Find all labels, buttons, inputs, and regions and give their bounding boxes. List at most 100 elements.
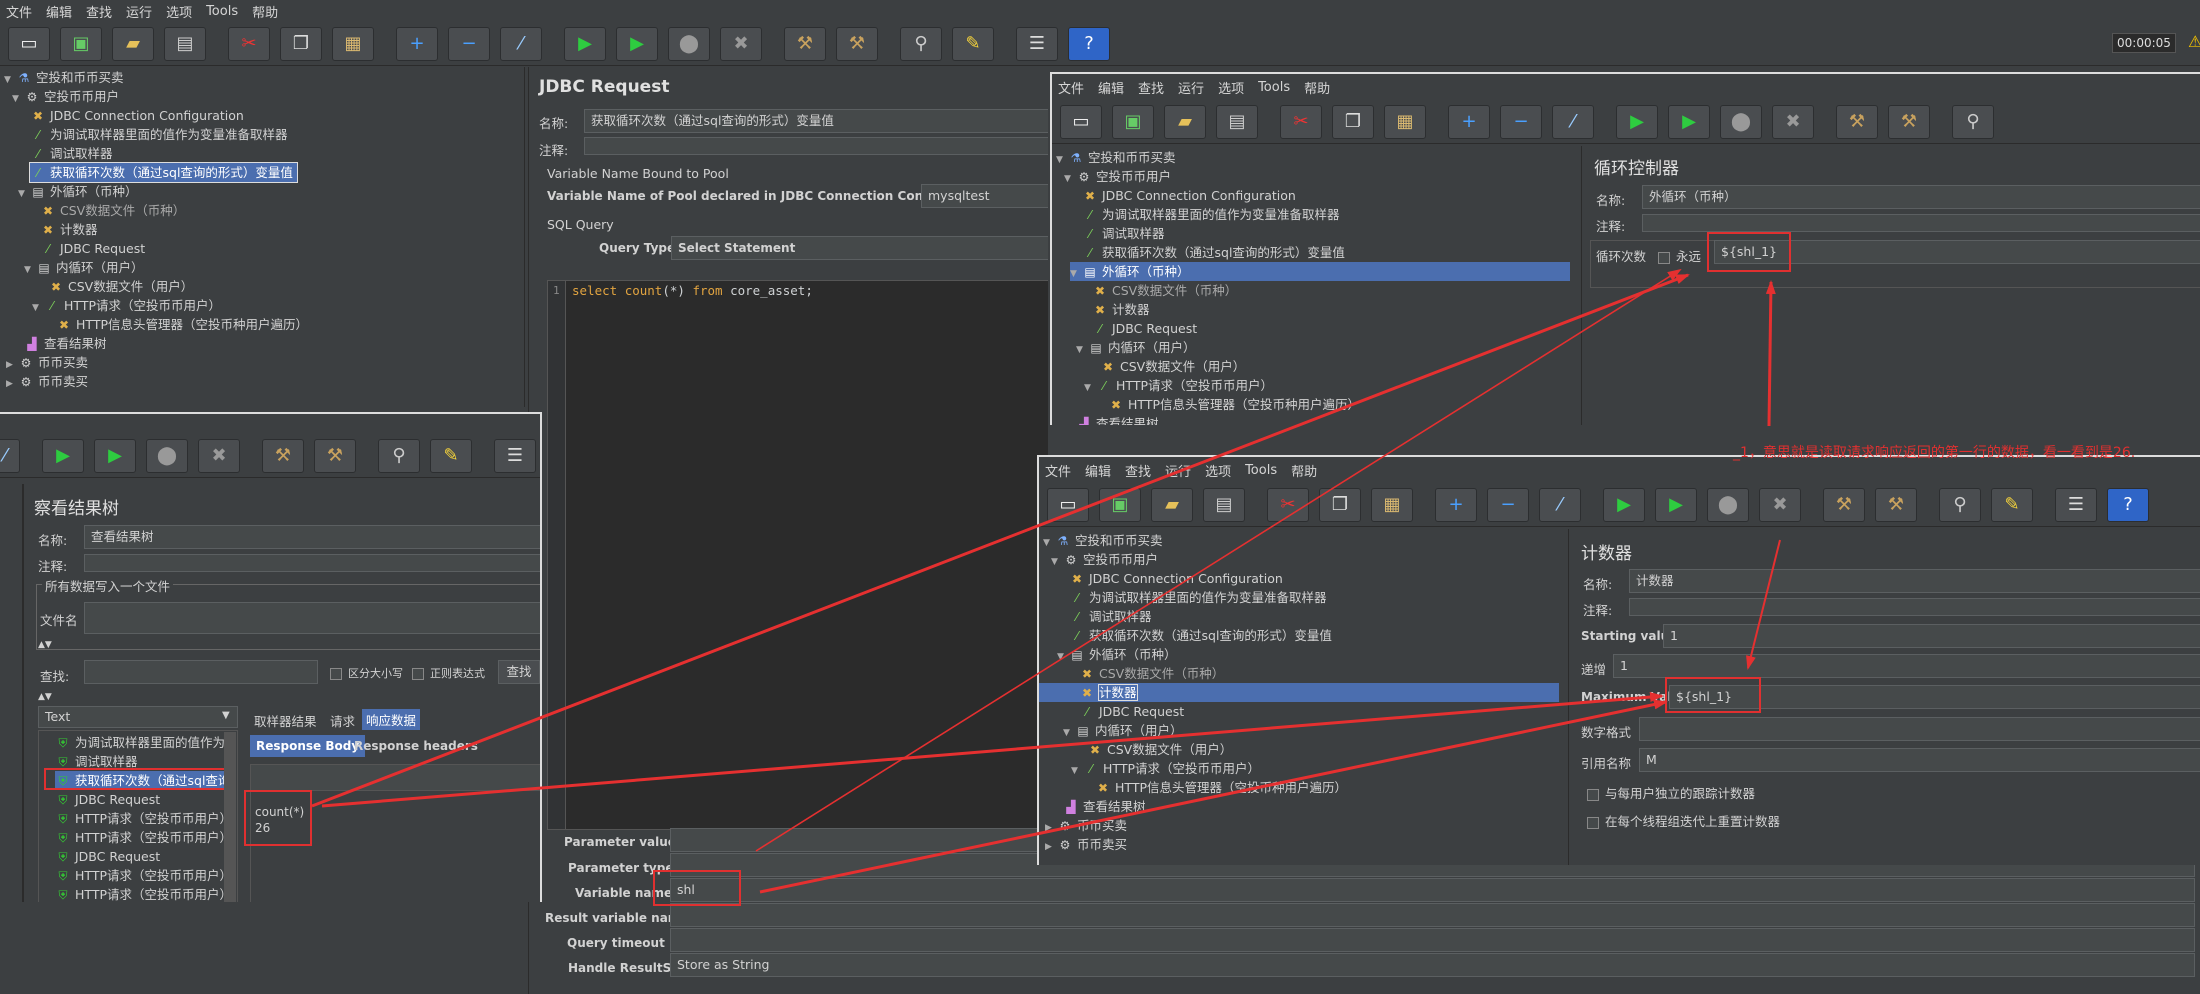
subtab-response-headers[interactable]: Response headers [354,739,478,753]
max-value-field[interactable]: ${shl_1} [1669,685,2200,709]
list-item-selected[interactable]: ⛨ 获取循环次数（通过sql查询 [55,771,235,790]
menu-run[interactable]: 运行 [126,2,152,21]
start-icon[interactable]: ▶ [1603,487,1645,522]
var-names-field[interactable]: shl [670,878,2195,902]
copy-icon[interactable]: ❐ [1332,104,1374,139]
divider-arrows[interactable]: ▲▼ [38,692,52,702]
tree-node[interactable]: ✖ JDBC Connection Configuration [1069,569,1283,588]
tree-node[interactable]: ✖ JDBC Connection Configuration [30,106,244,125]
tree-node[interactable]: ⁄ 为调试取样器里面的值作为变量准备取样器 [1082,205,1340,224]
result-var-field[interactable] [670,903,2195,927]
tree-node-selected[interactable]: ✖ 计数器 [1079,683,1138,702]
pool-field[interactable]: mysqltest [921,184,1048,208]
forever-checkbox[interactable]: 永远 [1658,246,1701,265]
paste-icon[interactable]: ▦ [332,26,374,61]
toggle-icon[interactable]: ⁄ [0,438,20,473]
menu-help[interactable]: 帮助 [1304,78,1330,97]
clear-all-icon[interactable]: ⚒ [314,438,356,473]
response-body-area[interactable]: count(*) 26 [250,764,540,902]
stop-icon[interactable]: ⬤ [668,26,710,61]
menu-file[interactable]: 文件 [1045,461,1071,480]
comment-field[interactable] [584,137,1048,155]
search-icon[interactable]: ⚲ [900,26,942,61]
tree-node[interactable]: ✖ CSV数据文件（币种） [1079,664,1224,683]
tree-node[interactable]: ▶ ⚙ 币币卖买 [6,372,88,391]
menu-options[interactable]: 选项 [1218,78,1244,97]
tree-node[interactable]: ✖ CSV数据文件（用户） [1100,357,1245,376]
tree-node[interactable]: ⁄ 获取循环次数（通过sql查询的形式）变量值 [1069,626,1332,645]
tree-node[interactable]: ▼ ▤ 外循环（币种） [18,182,138,201]
list-item[interactable]: ⛨ HTTP请求（空投币币用户） [55,885,232,902]
increment-field[interactable]: 1 [1613,654,2200,678]
tree-node[interactable]: ▼ ⁄ HTTP请求（空投币币用户） [1084,376,1273,395]
tree-node[interactable]: ▼ ⚙ 空投币币用户 [1064,167,1171,186]
tree-node[interactable]: ✖ CSV数据文件（用户） [48,277,193,296]
tree-node[interactable]: ✖ HTTP信息头管理器（空投币种用户遍历） [1095,778,1347,797]
menu-search[interactable]: 查找 [1125,461,1151,480]
cut-icon[interactable]: ✂ [1280,104,1322,139]
open-icon[interactable]: ▰ [1151,487,1193,522]
comment-field[interactable] [1642,214,2200,232]
tree-node[interactable]: ▼ ⚙ 空投币币用户 [12,87,119,106]
clear-icon[interactable]: ⚒ [262,438,304,473]
start-icon[interactable]: ▶ [1616,104,1658,139]
start-no-pause-icon[interactable]: ▶ [1655,487,1697,522]
tree-node[interactable]: ▼ ⁄ HTTP请求（空投币币用户） [1071,759,1260,778]
function-helper-icon[interactable]: ☰ [494,438,536,473]
query-type-select[interactable]: Select Statement [671,236,1048,260]
reference-name-field[interactable]: M [1639,748,2200,772]
comment-field[interactable] [1629,598,2200,616]
reset-search-icon[interactable]: ✎ [952,26,994,61]
start-no-pause-icon[interactable]: ▶ [94,438,136,473]
regex-checkbox[interactable]: 正则表达式 [412,665,485,681]
number-format-field[interactable] [1639,717,2200,741]
templates-icon[interactable]: ▣ [1099,487,1141,522]
tree-node[interactable]: ⁄ 获取循环次数（通过sql查询的形式）变量值 [1082,243,1345,262]
tree-node[interactable]: ✖ CSV数据文件（用户） [1087,740,1232,759]
collapse-icon[interactable]: − [1487,487,1529,522]
tree-node[interactable]: ✖ JDBC Connection Configuration [1082,186,1296,205]
start-icon[interactable]: ▶ [564,26,606,61]
templates-icon[interactable]: ▣ [1112,104,1154,139]
left-splitter[interactable] [22,484,24,902]
tree-node[interactable]: ⁄ 调试取样器 [1082,224,1165,243]
tree-node[interactable]: ✖ CSV数据文件（币种） [40,201,185,220]
expand-icon[interactable]: + [396,26,438,61]
clear-all-icon[interactable]: ⚒ [1875,487,1917,522]
cut-icon[interactable]: ✂ [228,26,270,61]
clear-icon[interactable]: ⚒ [1836,104,1878,139]
tree-node[interactable]: ✖ 计数器 [40,220,98,239]
menu-help[interactable]: 帮助 [252,2,278,21]
warning-icon[interactable]: ⚠ [2188,32,2200,51]
clear-all-icon[interactable]: ⚒ [1888,104,1930,139]
tree-node[interactable]: ⁄ 调试取样器 [30,144,113,163]
tree-node[interactable]: ✖ HTTP信息头管理器（空投币种用户遍历） [56,315,308,334]
list-item[interactable]: ⛨ JDBC Request [55,847,160,866]
copy-icon[interactable]: ❐ [1319,487,1361,522]
name-field[interactable]: 查看结果树 [84,525,540,549]
tree-node[interactable]: ✖ CSV数据文件（币种） [1092,281,1237,300]
tree-node[interactable]: ✖ 计数器 [1092,300,1150,319]
list-item[interactable]: ⛨ 调试取样器 [55,752,137,771]
expand-icon[interactable]: + [1435,487,1477,522]
menu-tools[interactable]: Tools [206,4,238,19]
tree-node[interactable]: ▼ ⚗ 空投和币币买卖 [1043,531,1163,550]
tab-request[interactable]: 请求 [330,711,355,730]
open-icon[interactable]: ▰ [112,26,154,61]
new-icon[interactable]: ▭ [8,26,50,61]
collapse-icon[interactable]: − [1500,104,1542,139]
menu-tools[interactable]: Tools [1258,80,1290,95]
tree-node[interactable]: ⁄ JDBC Request [40,239,145,258]
templates-icon[interactable]: ▣ [60,26,102,61]
name-field[interactable]: 计数器 [1629,569,2200,593]
clear-icon[interactable]: ⚒ [1823,487,1865,522]
tree-node[interactable]: ▼ ⚙ 空投币币用户 [1051,550,1158,569]
chevron-down-icon[interactable]: ▼ [222,710,230,721]
paste-icon[interactable]: ▦ [1371,487,1413,522]
help-icon[interactable]: ? [1068,26,1110,61]
comment-field[interactable] [84,554,540,572]
reset-search-icon[interactable]: ✎ [430,438,472,473]
menu-file[interactable]: 文件 [6,2,32,21]
tree-node-selected[interactable]: ▼ ▤ 外循环（币种） [1070,262,1570,281]
collapse-icon[interactable]: − [448,26,490,61]
